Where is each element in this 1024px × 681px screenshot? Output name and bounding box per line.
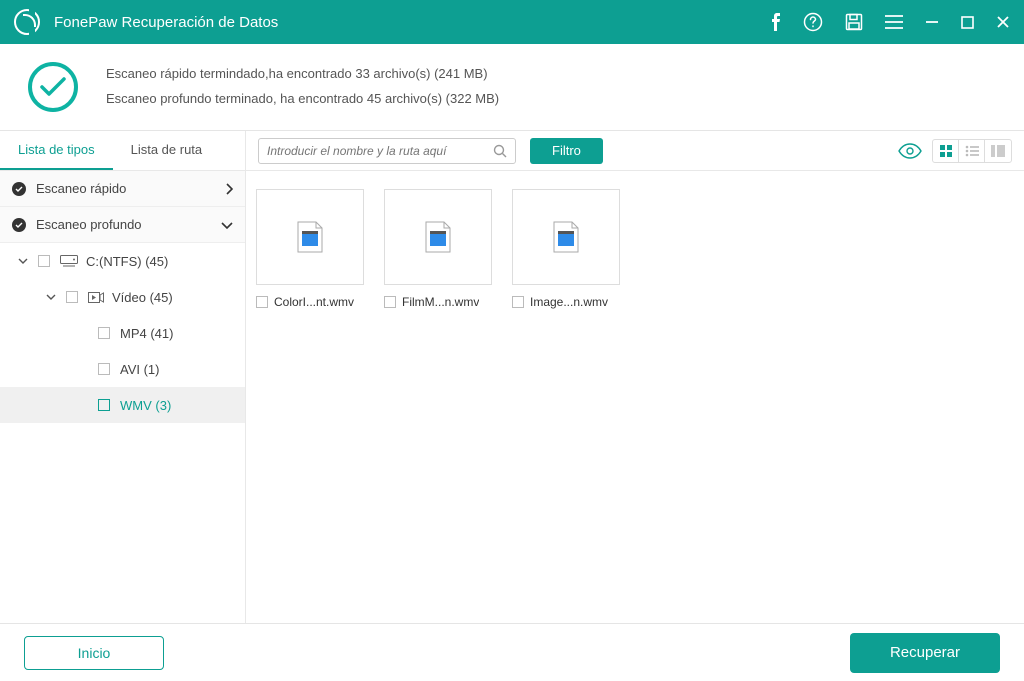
tab-path[interactable]: Lista de ruta: [113, 131, 221, 170]
file-name: FilmM...n.wmv: [402, 295, 479, 309]
status-deep: Escaneo profundo terminado, ha encontrad…: [106, 87, 499, 112]
grid-view-icon[interactable]: [933, 140, 959, 162]
sidebar: Lista de tipos Lista de ruta Escaneo ráp…: [0, 131, 246, 623]
file-thumb: [512, 189, 620, 285]
toolbar: Filtro: [246, 131, 1024, 171]
checkbox[interactable]: [98, 399, 110, 411]
save-icon[interactable]: [845, 13, 863, 31]
checkbox[interactable]: [512, 296, 524, 308]
file-name: ColorI...nt.wmv: [274, 295, 354, 309]
video-icon: [88, 292, 104, 303]
app-logo: [14, 9, 40, 35]
search-icon[interactable]: [493, 144, 507, 158]
facebook-icon[interactable]: [770, 13, 781, 31]
checkbox[interactable]: [98, 327, 110, 339]
help-icon[interactable]: [803, 12, 823, 32]
main-panel: Filtro ColorI...nt.wmv: [246, 131, 1024, 623]
checkbox[interactable]: [256, 296, 268, 308]
checkbox[interactable]: [384, 296, 396, 308]
status-quick: Escaneo rápido termindado,ha encontrado …: [106, 62, 499, 87]
drive-icon: [60, 255, 78, 267]
tree-drive[interactable]: C:(NTFS) (45): [0, 243, 245, 279]
file-item[interactable]: FilmM...n.wmv: [384, 189, 492, 309]
file-thumb: [256, 189, 364, 285]
tree-avi[interactable]: AVI (1): [0, 351, 245, 387]
tree: Escaneo rápido Escaneo profundo C:(NTFS)…: [0, 171, 245, 623]
recover-button[interactable]: Recuperar: [850, 633, 1000, 673]
chevron-right-icon: [225, 183, 233, 195]
tree-deep-label: Escaneo profundo: [36, 217, 142, 232]
file-thumb: [384, 189, 492, 285]
detail-view-icon[interactable]: [985, 140, 1011, 162]
menu-icon[interactable]: [885, 15, 903, 29]
search-box[interactable]: [258, 138, 516, 164]
close-icon[interactable]: [996, 15, 1010, 29]
file-item[interactable]: Image...n.wmv: [512, 189, 620, 309]
app-title: FonePaw Recuperación de Datos: [54, 14, 770, 31]
check-dot-icon: [12, 218, 26, 232]
tree-deep-scan[interactable]: Escaneo profundo: [0, 207, 245, 243]
tab-types[interactable]: Lista de tipos: [0, 131, 113, 170]
chevron-down-icon: [221, 221, 233, 229]
titlebar: FonePaw Recuperación de Datos: [0, 0, 1024, 44]
maximize-icon[interactable]: [961, 16, 974, 29]
tree-avi-label: AVI (1): [120, 362, 160, 377]
window-controls: [770, 12, 1010, 32]
home-button[interactable]: Inicio: [24, 636, 164, 670]
file-name: Image...n.wmv: [530, 295, 608, 309]
checkbox[interactable]: [66, 291, 78, 303]
minimize-icon[interactable]: [925, 15, 939, 29]
tree-mp4[interactable]: MP4 (41): [0, 315, 245, 351]
checkbox[interactable]: [38, 255, 50, 267]
sidebar-tabs: Lista de tipos Lista de ruta: [0, 131, 245, 171]
tree-video-label: Vídeo (45): [112, 290, 173, 305]
tree-quick-scan[interactable]: Escaneo rápido: [0, 171, 245, 207]
footer: Inicio Recuperar: [0, 623, 1024, 681]
view-mode-group: [932, 139, 1012, 163]
tree-mp4-label: MP4 (41): [120, 326, 173, 341]
file-grid: ColorI...nt.wmv FilmM...n.wmv Image...n.…: [246, 171, 1024, 623]
tree-drive-label: C:(NTFS) (45): [86, 254, 168, 269]
checkbox[interactable]: [98, 363, 110, 375]
tree-quick-label: Escaneo rápido: [36, 181, 126, 196]
chevron-down-icon: [46, 294, 56, 301]
tree-wmv[interactable]: WMV (3): [0, 387, 245, 423]
list-view-icon[interactable]: [959, 140, 985, 162]
filter-button[interactable]: Filtro: [530, 138, 603, 164]
tree-wmv-label: WMV (3): [120, 398, 171, 413]
scan-status: Escaneo rápido termindado,ha encontrado …: [0, 44, 1024, 131]
search-input[interactable]: [267, 144, 493, 158]
check-dot-icon: [12, 182, 26, 196]
file-item[interactable]: ColorI...nt.wmv: [256, 189, 364, 309]
preview-icon[interactable]: [898, 143, 922, 159]
tree-video[interactable]: Vídeo (45): [0, 279, 245, 315]
chevron-down-icon: [18, 258, 28, 265]
check-badge: [28, 62, 78, 112]
